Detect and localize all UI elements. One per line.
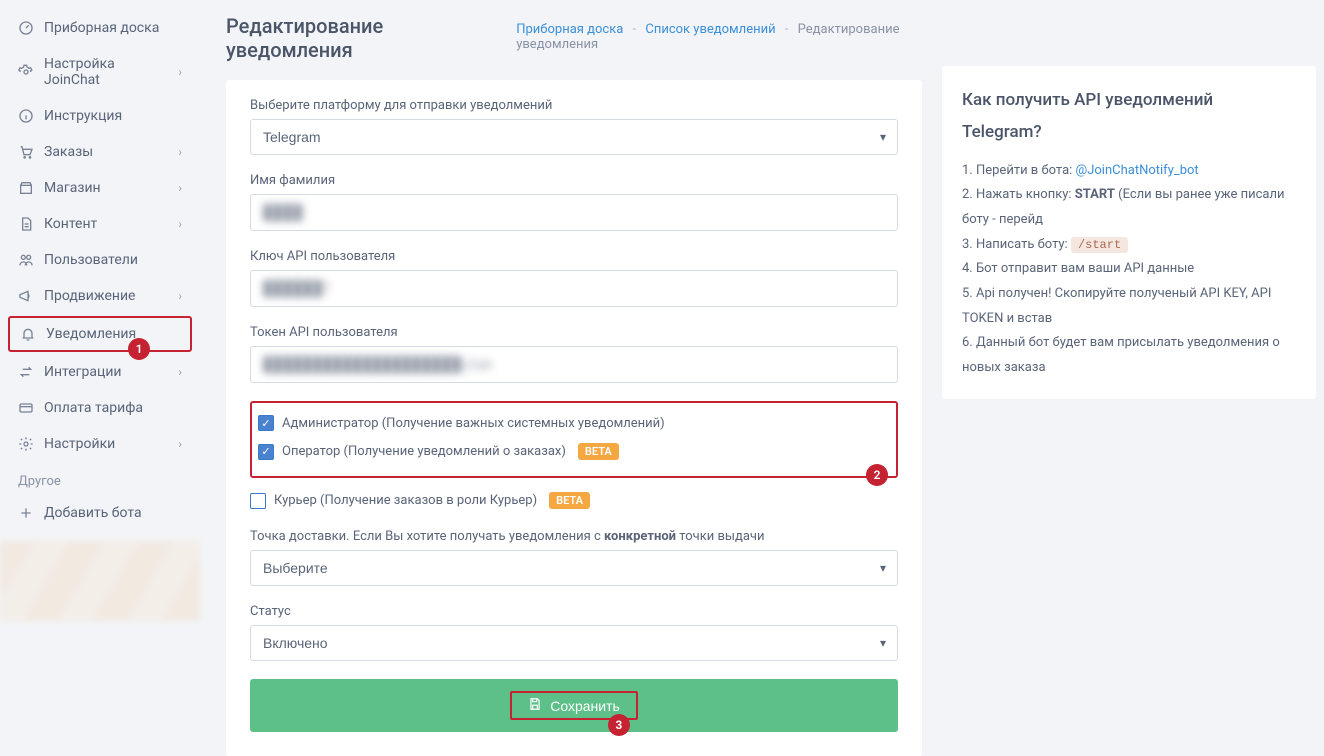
status-label: Статус [250,604,898,619]
name-field[interactable]: ████ [250,194,898,231]
help-step-2: 2. Нажать кнопку: START (Если вы ранее у… [962,183,1296,232]
gauge-icon [18,20,34,36]
annotation-marker-1: 1 [128,338,150,360]
sidebar-item-label: Оплата тарифа [44,400,143,416]
sidebar-item-label: Заказы [44,144,93,160]
swap-icon [18,364,34,380]
sidebar-item-label: Магазин [44,180,101,196]
status-select[interactable]: Включено [250,625,898,661]
chevron-right-icon: › [178,365,182,379]
breadcrumb: Приборная доска - Список уведомлений - Р… [516,22,922,52]
chevron-right-icon: › [178,65,182,79]
name-label: Имя фамилия [250,173,898,188]
page-title: Редактирование уведомления [226,14,476,62]
apikey-label: Ключ API пользователя [250,249,898,264]
sidebar-item-promotion[interactable]: Продвижение › [0,278,200,314]
sidebar-item-label: Интеграции [44,364,122,380]
sidebar: Приборная доска Настройка JoinChat › Инс… [0,0,200,688]
courier-checkbox-label: Курьер (Получение заказов в роли Курьер) [274,493,537,508]
sidebar-section-other: Другое [0,462,200,495]
delivery-label: Точка доставки. Если Вы хотите получать … [250,529,898,544]
sidebar-item-joinchat-settings[interactable]: Настройка JoinChat › [0,46,200,98]
save-button-label: Сохранить [550,698,620,714]
form-card: Выберите платформу для отправки уведолме… [226,80,922,756]
annotation-marker-3: 3 [608,714,630,736]
operator-checkbox-label: Оператор (Получение уведомлений о заказа… [282,444,566,459]
bell-icon [20,326,36,342]
bot-link[interactable]: @JoinChatNotify_bot [1076,163,1199,178]
sidebar-item-content[interactable]: Контент › [0,206,200,242]
operator-checkbox[interactable]: ✓ [258,444,274,460]
sidebar-item-store[interactable]: Магазин › [0,170,200,206]
doc-icon [18,216,34,232]
help-step-4: 4. Бот отправит вам ваши API данные [962,257,1296,282]
chevron-right-icon: › [178,289,182,303]
save-button[interactable]: Сохранить 3 [250,679,898,732]
sidebar-item-dashboard[interactable]: Приборная доска [0,10,200,46]
breadcrumb-dashboard[interactable]: Приборная доска [516,22,623,37]
chevron-right-icon: › [178,145,182,159]
token-label: Токен API пользователя [250,325,898,340]
breadcrumb-list[interactable]: Список уведомлений [645,22,775,37]
cart-icon [18,144,34,160]
sidebar-item-billing[interactable]: Оплата тарифа [0,390,200,426]
gear-icon [18,64,34,80]
breadcrumb-sep: - [633,22,637,37]
sidebar-item-orders[interactable]: Заказы › [0,134,200,170]
sidebar-item-label: Уведомления [46,326,136,342]
breadcrumb-sep: - [785,22,789,37]
save-icon [528,697,542,714]
sidebar-item-label: Продвижение [44,288,135,304]
help-step-5: 5. Api получен! Скопируйте полученый API… [962,282,1296,331]
sidebar-item-label: Настройка JoinChat [44,56,168,88]
admin-checkbox[interactable]: ✓ [258,415,274,431]
sidebar-item-settings[interactable]: Настройки › [0,426,200,462]
page-header: Редактирование уведомления Приборная дос… [226,14,922,62]
platform-label: Выберите платформу для отправки уведолме… [250,98,898,113]
sidebar-item-notifications[interactable]: Уведомления [8,316,192,352]
apikey-field[interactable]: ██████7 [250,270,898,307]
gear-icon [18,436,34,452]
role-checkbox-group: ✓ Администратор (Получение важных систем… [250,401,898,478]
sidebar-item-users[interactable]: Пользователи [0,242,200,278]
chevron-right-icon: › [178,437,182,451]
sidebar-item-label: Настройки [44,436,115,452]
sidebar-item-label: Добавить бота [44,505,142,521]
courier-checkbox[interactable] [250,493,266,509]
info-icon [18,108,34,124]
beta-badge: BETA [549,492,590,509]
sidebar-item-instruction[interactable]: Инструкция [0,98,200,134]
help-step-6: 6. Данный бот будет вам присылать уведол… [962,331,1296,380]
code-chip: /start [1071,237,1128,253]
help-card: Как получить API уведолмений Telegram? 1… [942,66,1316,399]
redacted-area [0,541,200,621]
sidebar-item-label: Пользователи [44,252,138,268]
annotation-marker-2: 2 [866,464,888,486]
plus-icon [18,505,34,521]
delivery-select[interactable]: Выберите [250,550,898,586]
help-title: Как получить API уведолмений Telegram? [962,84,1296,149]
users-icon [18,252,34,268]
token-field[interactable]: ████████████████████c2ab [250,346,898,383]
beta-badge: BETA [578,443,619,460]
chevron-right-icon: › [178,181,182,195]
store-icon [18,180,34,196]
admin-checkbox-label: Администратор (Получение важных системны… [282,416,665,431]
sidebar-item-label: Приборная доска [44,20,159,36]
sidebar-item-add-bot[interactable]: Добавить бота [0,495,200,531]
help-step-3: 3. Написать боту: /start [962,233,1296,258]
platform-select[interactable]: Telegram [250,119,898,155]
help-step-1: 1. Перейти в бота: @JoinChatNotify_bot [962,159,1296,184]
card-icon [18,400,34,416]
sidebar-item-label: Контент [44,216,97,232]
chevron-right-icon: › [178,217,182,231]
megaphone-icon [18,288,34,304]
sidebar-item-label: Инструкция [44,108,122,124]
sidebar-item-integrations[interactable]: Интеграции › [0,354,200,390]
